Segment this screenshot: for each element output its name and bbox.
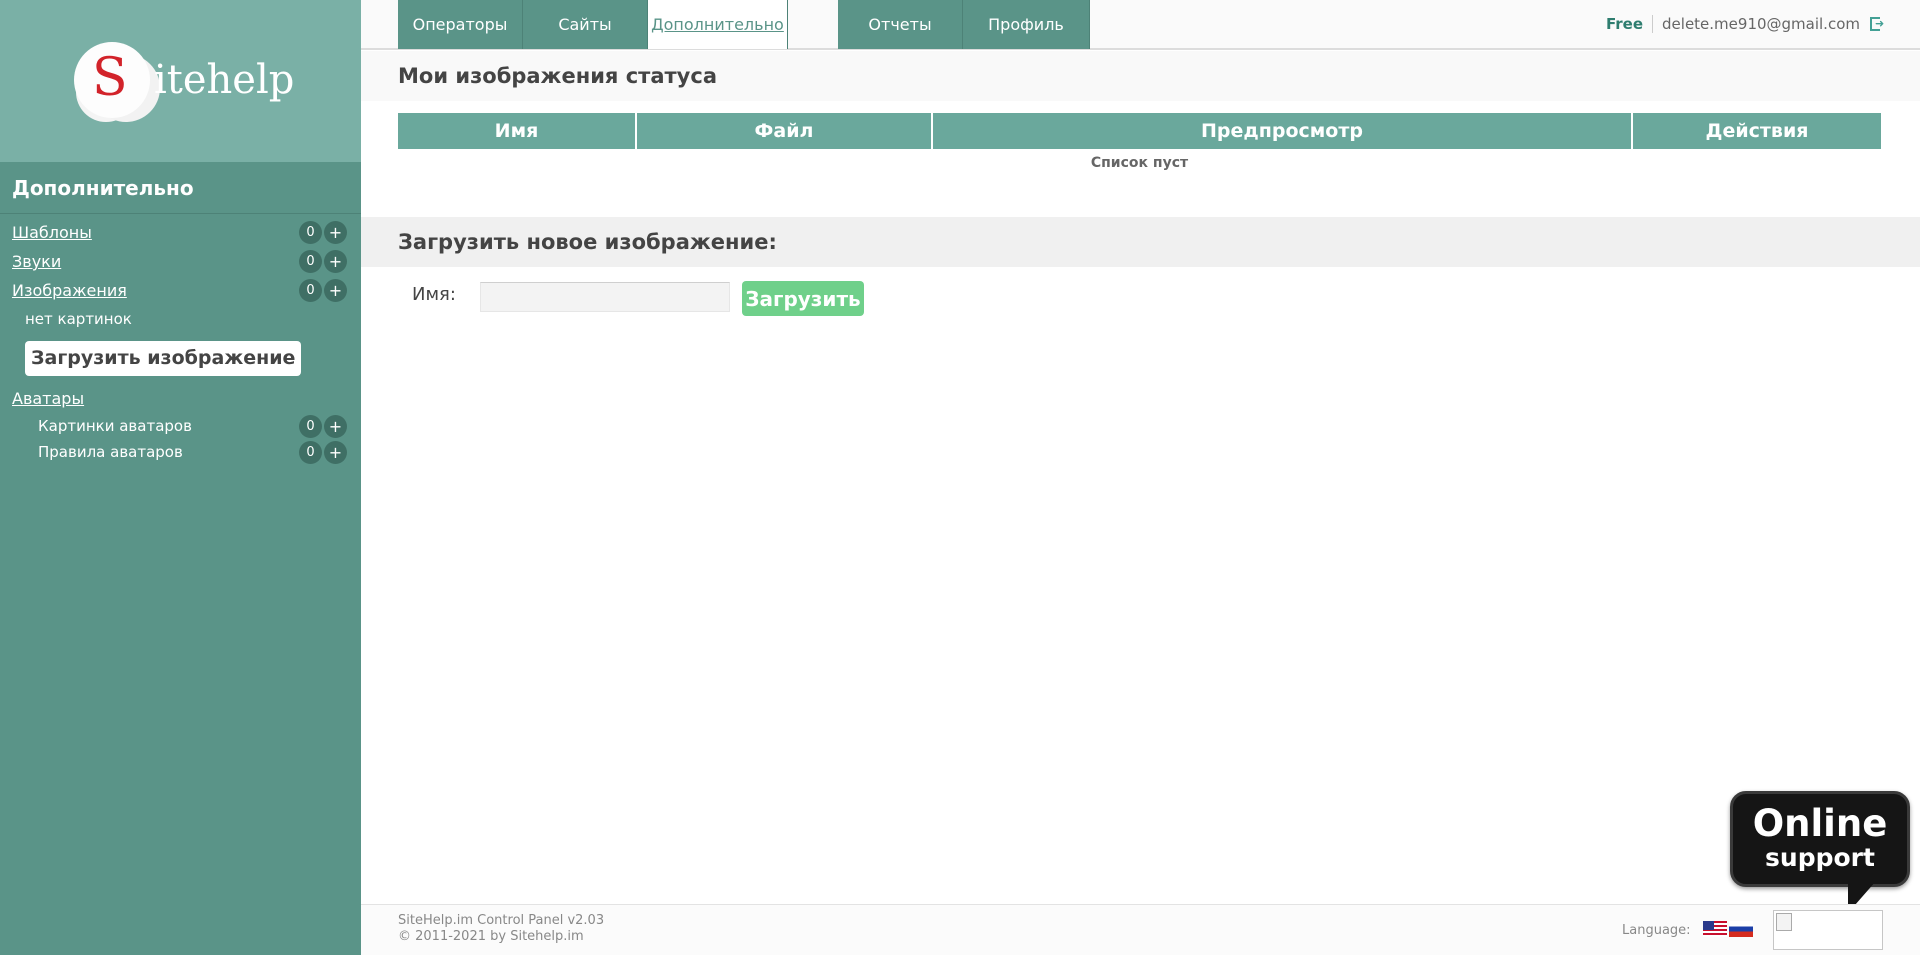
tab-operators[interactable]: Операторы (398, 0, 523, 49)
status-images-table: Имя Файл Предпросмотр Действия Список пу… (398, 113, 1881, 177)
upload-section-title: Загрузить новое изображение: (361, 217, 1920, 267)
logo-letter: S (92, 48, 128, 108)
online-support-line2: support (1765, 843, 1875, 872)
empty-list-text: Список пуст (1090, 155, 1189, 171)
logout-icon[interactable]: ➜ (1870, 17, 1884, 31)
plan-badge[interactable]: Free (1606, 15, 1654, 33)
footer: SiteHelp.im Control Panel v2.03 © 2011-2… (361, 904, 1920, 955)
logo-text: itehelp (154, 57, 295, 103)
name-input[interactable] (480, 282, 730, 312)
footer-version: SiteHelp.im Control Panel v2.03 (398, 913, 605, 928)
ru-flag-icon[interactable] (1729, 921, 1753, 937)
sounds-count-badge: 0 (299, 250, 322, 273)
avatar-pictures-count-badge: 0 (299, 415, 322, 438)
column-header-preview: Предпросмотр (932, 113, 1633, 149)
sidebar-link-avatars[interactable]: Аватары (12, 389, 84, 408)
online-support-line1: Online (1752, 802, 1888, 845)
sidebar-link-sounds[interactable]: Звуки (12, 252, 61, 271)
avatar-rules-count-badge: 0 (299, 441, 322, 464)
sidebar: S itehelp Дополнительно Шаблоны 0 + Звук… (0, 0, 361, 955)
table-row: Список пуст (398, 149, 1881, 177)
sidebar-item-avatar-rules[interactable]: Правила аватаров 0 + (0, 439, 361, 465)
add-sound-button[interactable]: + (324, 250, 347, 273)
add-avatar-rule-button[interactable]: + (324, 441, 347, 464)
tab-sites[interactable]: Сайты (523, 0, 648, 49)
sidebar-link-templates[interactable]: Шаблоны (12, 223, 92, 242)
images-count-badge: 0 (299, 279, 322, 302)
status-images-title: Мои изображения статуса (361, 51, 1920, 101)
logo-cloud-icon: S (74, 42, 150, 118)
add-template-button[interactable]: + (324, 221, 347, 244)
sidebar-item-sounds: Звуки 0 + (0, 247, 361, 276)
account-area: Free delete.me910@gmail.com ➜ (1606, 15, 1884, 33)
sidebar-title: Дополнительно (0, 162, 361, 214)
us-flag-icon[interactable] (1703, 921, 1727, 937)
sidebar-item-templates: Шаблоны 0 + (0, 218, 361, 247)
broken-image-icon (1773, 910, 1883, 950)
online-support-widget[interactable]: Online support (1730, 791, 1910, 913)
tab-additional[interactable]: Дополнительно (648, 0, 788, 49)
tab-profile[interactable]: Профиль (963, 0, 1090, 49)
footer-info: SiteHelp.im Control Panel v2.03 © 2011-2… (398, 913, 604, 945)
footer-copyright: © 2011-2021 by Sitehelp.im (398, 929, 584, 944)
no-images-note: нет картинок (25, 310, 132, 328)
add-image-button[interactable]: + (324, 279, 347, 302)
avatar-pictures-label: Картинки аватаров (38, 417, 192, 435)
sidebar-item-images: Изображения 0 + (0, 276, 361, 305)
column-header-name: Имя (398, 113, 637, 149)
sidebar-link-images[interactable]: Изображения (12, 281, 127, 300)
sidebar-item-avatars: Аватары (0, 384, 361, 413)
online-support-bubble: Online support (1730, 791, 1910, 887)
top-navigation: Операторы Сайты Дополнительно Отчеты Про… (361, 0, 1920, 50)
user-email[interactable]: delete.me910@gmail.com (1662, 15, 1860, 33)
tab-reports[interactable]: Отчеты (838, 0, 963, 49)
logo-area: S itehelp (0, 0, 361, 162)
sidebar-item-avatar-pictures[interactable]: Картинки аватаров 0 + (0, 413, 361, 439)
upload-form: Имя: Загрузить (361, 267, 1920, 333)
upload-image-button[interactable]: Загрузить изображение (25, 341, 302, 376)
column-header-actions: Действия (1632, 113, 1881, 149)
templates-count-badge: 0 (299, 221, 322, 244)
column-header-file: Файл (636, 113, 933, 149)
add-avatar-picture-button[interactable]: + (324, 415, 347, 438)
avatar-rules-label: Правила аватаров (38, 443, 183, 461)
sitehelp-logo[interactable]: S itehelp (74, 42, 294, 118)
main-content: Мои изображения статуса Имя Файл Предпро… (361, 51, 1920, 333)
name-label: Имя: (412, 284, 456, 305)
upload-button[interactable]: Загрузить (742, 281, 864, 316)
language-label: Language: (1622, 923, 1691, 938)
